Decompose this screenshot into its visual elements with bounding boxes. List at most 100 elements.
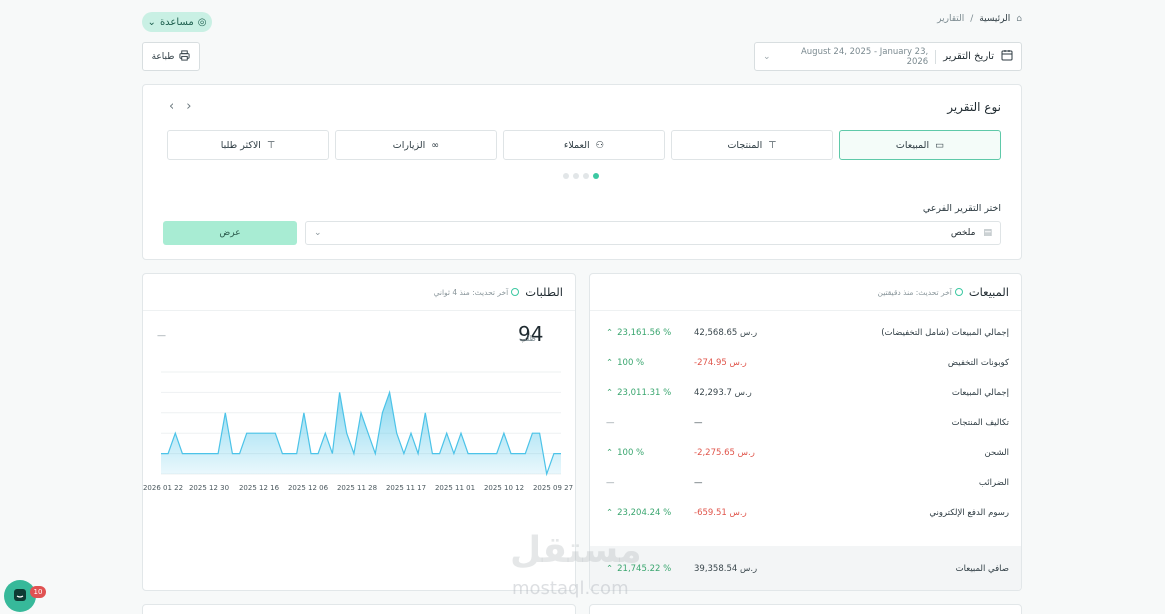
row-change: ⌃ 23,204.24 % (606, 508, 671, 518)
orders-updated: آخر تحديث: منذ 4 ثواني (434, 288, 520, 297)
x-tick-label: 2025 10 12 (484, 484, 524, 492)
chevron-right-icon[interactable]: › (186, 99, 191, 114)
sales-row: إجمالي المبيعات 42,293.7 ر.س ⌃ 23,011.31 % (590, 378, 1021, 408)
carousel-dot[interactable] (573, 173, 579, 179)
chevron-down-icon: ⌄ (314, 228, 322, 238)
print-label: طباعة (151, 51, 175, 62)
chat-icon (13, 588, 27, 605)
breadcrumb-home[interactable]: الرئيسية (979, 14, 1010, 24)
print-button[interactable]: طباعة (142, 42, 200, 71)
tab-sales[interactable]: المبيعات ▭ (839, 130, 1001, 160)
sub-report-label: اختر التقرير الفرعي (922, 203, 1001, 214)
tab-most-ordered[interactable]: الاكثر طلبا ⊤ (167, 130, 329, 160)
tab-label: العملاء (563, 139, 590, 151)
printer-icon (179, 49, 190, 64)
row-change: — (606, 418, 615, 428)
date-range-value: August 24, 2025 - January 23, 2026 (800, 46, 929, 67)
chevron-left-icon[interactable]: ‹ (169, 99, 174, 114)
help-button[interactable]: ⌄ مساعدة ◎ (142, 12, 212, 32)
x-tick-label: 2025 11 17 (386, 484, 426, 492)
updated-text: آخر تحديث: منذ 4 ثواني (433, 287, 509, 297)
orders-title: الطلبات (525, 285, 563, 299)
x-tick-label: 2025 11 28 (337, 484, 377, 492)
breadcrumb-current: التقارير (937, 14, 965, 24)
row-name: كوبونات التخفيض (947, 358, 1009, 368)
divider (935, 49, 937, 64)
carousel-dots (563, 173, 599, 179)
refresh-icon[interactable] (511, 288, 520, 296)
row-name: رسوم الدفع الإلكتروني (929, 508, 1009, 518)
document-icon: ▤ (983, 228, 992, 238)
row-value: -659.51 ر.س (694, 508, 747, 518)
view-button[interactable]: عرض (163, 221, 297, 245)
row-value: -2,275.65 ر.س (694, 448, 755, 458)
wallet-icon: ▭ (935, 139, 945, 151)
change-text: 23,204.24 % (617, 508, 672, 518)
sales-updated: آخر تحديث: منذ دقيقتين (878, 288, 963, 297)
date-label: تاريخ التقرير (943, 51, 994, 62)
tab-visits[interactable]: الزيارات ∞ (335, 130, 497, 160)
orders-unit: طلب (519, 334, 536, 343)
help-label: مساعدة (159, 16, 194, 28)
carousel-dot-active[interactable] (593, 173, 599, 179)
orders-card-header: الطلبات آخر تحديث: منذ 4 ثواني (143, 274, 575, 311)
carousel-nav: ‹ › (169, 99, 191, 114)
arrow-up-icon: ⌃ (606, 328, 614, 338)
sales-row: الضرائب — — (590, 468, 1021, 498)
sales-row: رسوم الدفع الإلكتروني -659.51 ر.س ⌃ 23,204.… (590, 498, 1021, 528)
row-name: تكاليف المنتجات (951, 418, 1009, 428)
arrow-up-icon: ⌃ (606, 448, 614, 458)
row-value: 39,358.54 ر.س (694, 564, 758, 574)
row-name: إجمالي المبيعات (951, 388, 1009, 398)
home-icon: ⌂ (1016, 14, 1022, 24)
sales-row: الشحن -2,275.65 ر.س ⌃ 100 % (590, 438, 1021, 468)
refresh-icon[interactable] (954, 288, 963, 296)
lifebuoy-icon: ◎ (197, 16, 207, 28)
row-value: -274.95 ر.س (694, 358, 747, 368)
sub-report-select[interactable]: ▤ ملخص ⌄ (305, 221, 1001, 245)
x-tick-label: 2025 09 27 (533, 484, 573, 492)
sales-card-header: المبيعات آخر تحديث: منذ دقيقتين (590, 274, 1021, 311)
change-text: — (606, 478, 615, 488)
notification-badge: 10 (30, 586, 46, 598)
change-text: 100 % (617, 358, 645, 368)
tab-label: الزيارات (392, 139, 426, 151)
x-tick-label: 2026 01 22 (143, 484, 183, 492)
report-type-card: نوع التقرير ‹ › المبيعات ▭ المنتجات ⊤ ال… (142, 84, 1022, 260)
orders-compare: — (157, 331, 166, 341)
row-value: — (694, 478, 703, 488)
row-change: ⌃ 100 % (606, 448, 644, 458)
arrow-up-icon: ⌃ (606, 388, 614, 398)
tab-label: الاكثر طلبا (220, 139, 261, 151)
row-value: 42,568.65 ر.س (694, 328, 758, 338)
tab-customers[interactable]: العملاء ⚇ (503, 130, 665, 160)
row-change: ⌃ 100 % (606, 358, 644, 368)
row-value: — (694, 418, 703, 428)
link-icon: ∞ (431, 139, 440, 151)
change-text: — (606, 418, 615, 428)
breadcrumb: ⌂ الرئيسية / التقارير (937, 14, 1022, 24)
shirt-icon: ⊤ (768, 139, 777, 151)
change-text: 23,011.31 % (617, 388, 672, 398)
row-name: صافي المبيعات (955, 564, 1009, 574)
carousel-dot[interactable] (563, 173, 569, 179)
tab-products[interactable]: المنتجات ⊤ (671, 130, 833, 160)
row-value: 42,293.7 ر.س (694, 388, 752, 398)
orders-area-chart: 2026 01 22 2025 12 30 2025 12 16 2025 12 06… (143, 371, 573, 492)
chevron-down-icon: ⌄ (147, 16, 156, 28)
next-card (589, 604, 1022, 614)
date-range-picker[interactable]: تاريخ التقرير August 24, 2025 - January … (754, 42, 1022, 71)
change-text: 100 % (617, 448, 645, 458)
sales-title: المبيعات (968, 285, 1009, 299)
tab-label: المنتجات (727, 139, 763, 151)
sales-card: المبيعات آخر تحديث: منذ دقيقتين إجمالي ا… (589, 273, 1022, 591)
row-name: الشحن (984, 448, 1010, 458)
x-tick-label: 2025 12 06 (288, 484, 329, 492)
report-type-title: نوع التقرير (947, 100, 1001, 114)
sales-row: كوبونات التخفيض -274.95 ر.س ⌃ 100 % (590, 348, 1021, 378)
carousel-dot[interactable] (583, 173, 589, 179)
arrow-up-icon: ⌃ (606, 358, 614, 368)
sales-row: إجمالي المبيعات (شامل التخفيضات) 42,568.6… (590, 318, 1021, 348)
row-change: ⌃ 23,011.31 % (606, 388, 671, 398)
row-change: — (606, 478, 615, 488)
